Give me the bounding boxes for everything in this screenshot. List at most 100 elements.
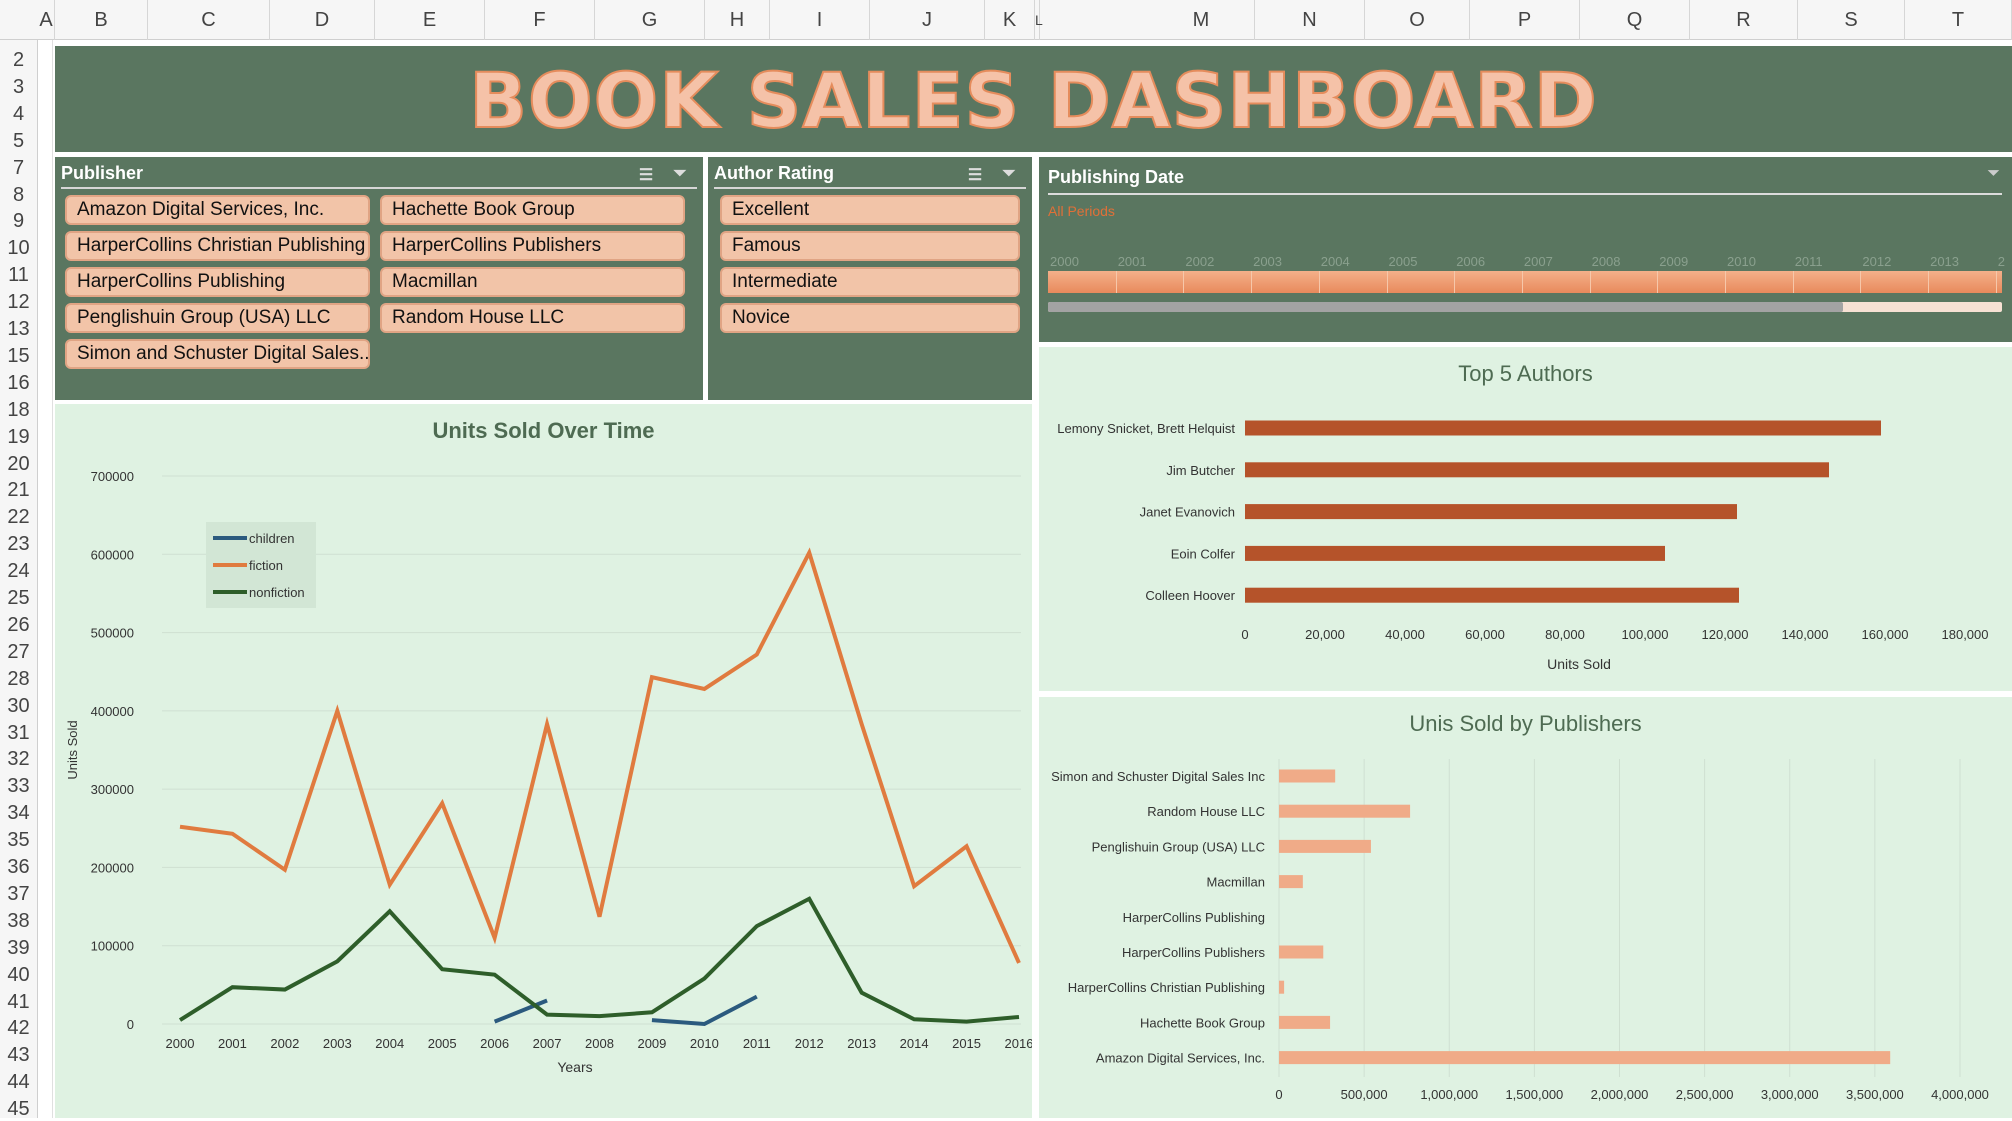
column-header-s[interactable]: S (1798, 0, 1905, 40)
publisher-slicer-item[interactable]: HarperCollins Christian Publishing (65, 231, 370, 261)
column-header-q[interactable]: Q (1580, 0, 1690, 40)
publisher-slicer-item[interactable]: Simon and Schuster Digital Sales... (65, 339, 370, 369)
row-header-44[interactable]: 44 (0, 1071, 37, 1094)
publisher-slicer[interactable]: Publisher ☰ ⏷ Amazon Digital Services, I… (55, 157, 703, 400)
publisher-bar[interactable] (1279, 945, 1324, 959)
row-header-22[interactable]: 22 (0, 506, 37, 529)
publishing-date-timeline[interactable]: Publishing Date ⏷ All Periods 2000 2001 20… (1039, 157, 2012, 342)
column-header-n[interactable]: N (1255, 0, 1365, 40)
row-header-9[interactable]: 9 (0, 210, 37, 233)
publisher-slicer-item[interactable]: Penglishuin Group (USA) LLC (65, 303, 370, 333)
publisher-slicer-item[interactable]: HarperCollins Publishing (65, 267, 370, 297)
publisher-bar[interactable] (1279, 839, 1371, 853)
row-header-18[interactable]: 18 (0, 399, 37, 422)
timeline-year-label[interactable]: 2011 (1795, 254, 1823, 269)
row-header-40[interactable]: 40 (0, 964, 37, 987)
row-header-41[interactable]: 41 (0, 991, 37, 1014)
column-header-b[interactable]: B (55, 0, 148, 40)
publisher-bar[interactable] (1279, 1051, 1891, 1065)
row-header-26[interactable]: 26 (0, 614, 37, 637)
publisher-slicer-item[interactable]: Hachette Book Group (380, 195, 685, 225)
timeline-year-label[interactable]: 2005 (1389, 254, 1418, 269)
row-header-30[interactable]: 30 (0, 695, 37, 718)
author-rating-slicer-item[interactable]: Excellent (720, 195, 1020, 225)
row-header-12[interactable]: 12 (0, 291, 37, 314)
row-header-20[interactable]: 20 (0, 453, 37, 476)
publisher-slicer-item[interactable]: Random House LLC (380, 303, 685, 333)
row-header-25[interactable]: 25 (0, 587, 37, 610)
row-header-19[interactable]: 19 (0, 426, 37, 449)
multi-select-icon[interactable]: ☰ (635, 165, 657, 185)
author-rating-slicer-item[interactable]: Famous (720, 231, 1020, 261)
timeline-year-label[interactable]: 2004 (1321, 254, 1350, 269)
row-header-27[interactable]: 27 (0, 641, 37, 664)
row-header-5[interactable]: 5 (0, 130, 37, 153)
column-a-cells[interactable] (38, 40, 53, 1118)
column-header-g[interactable]: G (595, 0, 705, 40)
row-header-33[interactable]: 33 (0, 775, 37, 798)
column-header-f[interactable]: F (485, 0, 595, 40)
clear-filter-icon[interactable]: ⏷ (998, 165, 1020, 185)
row-header-37[interactable]: 37 (0, 883, 37, 906)
publisher-bar[interactable] (1279, 769, 1336, 783)
clear-filter-icon[interactable]: ⏷ (1987, 165, 2000, 183)
row-header-15[interactable]: 15 (0, 345, 37, 368)
column-header-c[interactable]: C (148, 0, 270, 40)
timeline-year-label[interactable]: 2002 (1185, 254, 1214, 269)
row-header-7[interactable]: 7 (0, 157, 37, 180)
column-header-o[interactable]: O (1365, 0, 1470, 40)
timeline-year-label[interactable]: 2009 (1659, 254, 1688, 269)
author-bar[interactable] (1245, 545, 1665, 561)
column-header-r[interactable]: R (1690, 0, 1798, 40)
row-header-42[interactable]: 42 (0, 1017, 37, 1040)
row-header-31[interactable]: 31 (0, 722, 37, 745)
clear-filter-icon[interactable]: ⏷ (669, 165, 691, 185)
publisher-bar[interactable] (1279, 1015, 1331, 1029)
column-header-p[interactable]: P (1470, 0, 1580, 40)
timeline-year-label[interactable]: 2003 (1253, 254, 1282, 269)
publisher-bar[interactable] (1279, 804, 1411, 818)
publisher-slicer-item[interactable]: Macmillan (380, 267, 685, 297)
row-header-21[interactable]: 21 (0, 479, 37, 502)
row-header-28[interactable]: 28 (0, 668, 37, 691)
column-header-m[interactable]: M (1148, 0, 1255, 40)
author-rating-slicer-item[interactable]: Intermediate (720, 267, 1020, 297)
column-header-d[interactable]: D (270, 0, 375, 40)
series-line-fiction[interactable] (179, 547, 1021, 964)
author-bar[interactable] (1245, 504, 1737, 520)
row-header-13[interactable]: 13 (0, 318, 37, 341)
timeline-year-label[interactable]: 2006 (1456, 254, 1485, 269)
author-bar[interactable] (1245, 420, 1881, 436)
row-header-2[interactable]: 2 (0, 49, 37, 72)
row-header-4[interactable]: 4 (0, 103, 37, 126)
column-header-a[interactable]: A (38, 0, 55, 40)
top-authors-chart[interactable]: Top 5 Authors Lemony Snicket, Brett Helq… (1039, 347, 2012, 691)
column-header-t[interactable]: T (1905, 0, 2012, 40)
publishers-chart[interactable]: Unis Sold by Publishers 0 500,000 1,000,00… (1039, 697, 2012, 1118)
author-bar[interactable] (1245, 462, 1829, 478)
timeline-year-label[interactable]: 2000 (1050, 254, 1079, 269)
row-header-16[interactable]: 16 (0, 372, 37, 395)
timeline-year-label[interactable]: 2013 (1930, 254, 1959, 269)
row-header-8[interactable]: 8 (0, 184, 37, 207)
row-header-10[interactable]: 10 (0, 237, 37, 260)
timeline-range-bar[interactable] (1048, 271, 2002, 293)
row-header-35[interactable]: 35 (0, 829, 37, 852)
row-header-32[interactable]: 32 (0, 748, 37, 771)
row-header-3[interactable]: 3 (0, 76, 37, 99)
row-header-34[interactable]: 34 (0, 802, 37, 825)
column-header-h[interactable]: H (705, 0, 770, 40)
publisher-slicer-item[interactable]: Amazon Digital Services, Inc. (65, 195, 370, 225)
column-header-e[interactable]: E (375, 0, 485, 40)
row-header-36[interactable]: 36 (0, 856, 37, 879)
column-header-i[interactable]: I (770, 0, 870, 40)
timeline-year-label[interactable]: 2010 (1727, 254, 1756, 269)
column-header-k[interactable]: K (985, 0, 1035, 40)
multi-select-icon[interactable]: ☰ (964, 165, 986, 185)
publisher-slicer-item[interactable]: HarperCollins Publishers (380, 231, 685, 261)
author-rating-slicer[interactable]: Author Rating ☰ ⏷ Excellent Famous Interme… (708, 157, 1032, 400)
timeline-scrollbar-thumb[interactable] (1048, 302, 1843, 312)
timeline-year-label[interactable]: 2012 (1862, 254, 1891, 269)
row-header-43[interactable]: 43 (0, 1044, 37, 1067)
units-sold-over-time-chart[interactable]: Units Sold Over Time 0 100000 200000 300000… (55, 404, 1032, 1118)
